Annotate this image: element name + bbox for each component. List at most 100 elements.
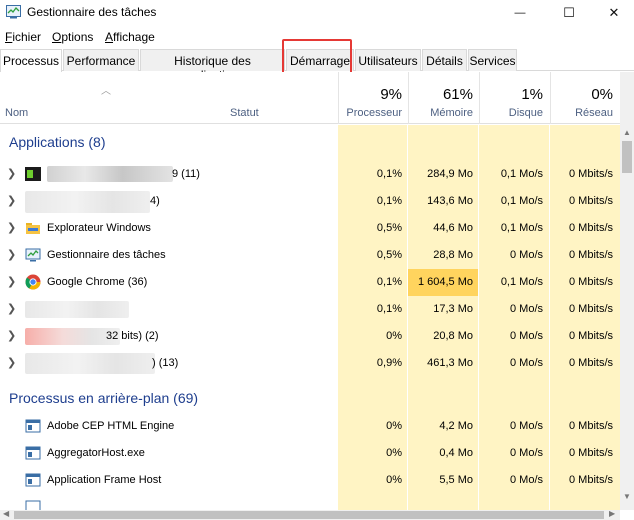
network-value: 0 Mbits/s bbox=[568, 168, 613, 180]
chrome-icon bbox=[25, 274, 41, 290]
window-app-icon bbox=[25, 500, 41, 510]
cpu-value: 0,5% bbox=[376, 222, 402, 234]
sort-up-icon[interactable]: ︿ bbox=[101, 82, 111, 97]
scroll-thumb[interactable] bbox=[622, 141, 632, 173]
chevron-right-icon[interactable]: ❯ bbox=[7, 194, 16, 207]
disk-value: 0 Mo/s bbox=[509, 474, 543, 486]
chevron-right-icon[interactable]: ❯ bbox=[7, 167, 16, 180]
table-row[interactable]: ❯ Explorateur Windows 0,5% 44,6 Mo 0,1 M… bbox=[0, 215, 620, 242]
task-manager-icon bbox=[25, 248, 41, 262]
section-title: Processus en arrière-plan (69) bbox=[9, 390, 199, 406]
menu-affichage[interactable]: Affichage bbox=[105, 30, 155, 44]
memory-value: 5,5 Mo bbox=[439, 474, 473, 486]
tab-performance[interactable]: Performance bbox=[63, 49, 139, 71]
process-name: AggregatorHost.exe bbox=[47, 447, 145, 459]
disk-value: 0,1 Mo/s bbox=[500, 195, 543, 207]
disk-value: 0,1 Mo/s bbox=[500, 168, 543, 180]
column-name[interactable]: Nom bbox=[5, 107, 28, 119]
tab-services[interactable]: Services bbox=[468, 49, 517, 71]
disk-value: 0 Mo/s bbox=[509, 330, 543, 342]
table-row[interactable]: ❯ 32 bits) (2) 0% 20,8 Mo 0 Mo/s 0 Mbits… bbox=[0, 323, 620, 350]
tab-details[interactable]: Détails bbox=[422, 49, 467, 71]
scroll-down-icon[interactable]: ▼ bbox=[623, 492, 631, 501]
chevron-right-icon[interactable]: ❯ bbox=[7, 248, 16, 261]
cpu-value: 0,1% bbox=[376, 195, 402, 207]
tab-historique[interactable]: Historique des applications bbox=[140, 49, 285, 82]
section-background[interactable]: Processus en arrière-plan (69) bbox=[0, 381, 620, 413]
cpu-value: 0,1% bbox=[376, 303, 402, 315]
horizontal-scrollbar[interactable]: ◀ ▶ bbox=[0, 509, 620, 520]
memory-value: 461,3 Mo bbox=[427, 357, 473, 369]
memory-value: 28,8 Mo bbox=[433, 249, 473, 261]
column-network[interactable]: Réseau bbox=[550, 107, 613, 119]
table-row[interactable]: Adobe CEP HTML Engine 0% 4,2 Mo 0 Mo/s 0… bbox=[0, 413, 620, 440]
table-row[interactable] bbox=[0, 494, 620, 510]
folder-icon bbox=[26, 223, 40, 234]
scroll-up-icon[interactable]: ▲ bbox=[623, 128, 631, 137]
memory-value: 284,9 Mo bbox=[427, 168, 473, 180]
app-icon-green bbox=[25, 167, 41, 181]
table-row[interactable]: ❯ 9 (11) 0,1% 284,9 Mo 0,1 Mo/s 0 Mbits/… bbox=[0, 161, 620, 188]
cpu-total: 9% bbox=[380, 86, 402, 103]
process-list: Applications (8) ❯ 9 (11) 0,1% 284,9 Mo … bbox=[0, 125, 620, 510]
network-value: 0 Mbits/s bbox=[568, 330, 613, 342]
tab-utilisateurs[interactable]: Utilisateurs bbox=[355, 49, 421, 71]
column-disk[interactable]: Disque bbox=[479, 107, 543, 119]
scroll-left-icon[interactable]: ◀ bbox=[3, 509, 9, 518]
scroll-thumb[interactable] bbox=[14, 511, 604, 519]
network-total: 0% bbox=[591, 86, 613, 103]
table-row[interactable]: ❯ 4) 0,1% 143,6 Mo 0,1 Mo/s 0 Mbits/s bbox=[0, 188, 620, 215]
table-row[interactable]: ❯ ) (13) 0,9% 461,3 Mo 0 Mo/s 0 Mbits/s bbox=[0, 350, 620, 377]
maximize-button[interactable]: ☐ bbox=[546, 0, 592, 26]
column-memory[interactable]: Mémoire bbox=[408, 107, 473, 119]
minimize-icon: — bbox=[514, 7, 526, 19]
table-row[interactable]: AggregatorHost.exe 0% 0,4 Mo 0 Mo/s 0 Mb… bbox=[0, 440, 620, 467]
process-name: 32 bits) (2) bbox=[106, 330, 159, 342]
scroll-right-icon[interactable]: ▶ bbox=[609, 509, 615, 518]
network-value: 0 Mbits/s bbox=[568, 474, 613, 486]
network-value: 0 Mbits/s bbox=[568, 447, 613, 459]
section-title: Applications (8) bbox=[9, 134, 106, 150]
disk-value: 0,1 Mo/s bbox=[500, 222, 543, 234]
process-name: ) (13) bbox=[152, 357, 179, 369]
tab-processus[interactable]: Processus bbox=[0, 49, 62, 72]
chevron-right-icon[interactable]: ❯ bbox=[7, 356, 16, 369]
menu-fichier[interactable]: Fichier bbox=[5, 30, 41, 44]
cpu-value: 0% bbox=[386, 330, 402, 342]
window-title: Gestionnaire des tâches bbox=[27, 5, 157, 19]
table-row[interactable]: Application Frame Host 0% 5,5 Mo 0 Mo/s … bbox=[0, 467, 620, 494]
redacted-text bbox=[25, 353, 155, 374]
chevron-right-icon[interactable]: ❯ bbox=[7, 275, 16, 288]
window-app-icon bbox=[25, 419, 41, 433]
close-button[interactable]: ✕ bbox=[591, 0, 634, 26]
task-manager-app-icon bbox=[6, 5, 21, 19]
disk-value: 0 Mo/s bbox=[509, 303, 543, 315]
network-value: 0 Mbits/s bbox=[568, 249, 613, 261]
chevron-right-icon[interactable]: ❯ bbox=[7, 329, 16, 342]
window-app-icon bbox=[25, 446, 41, 460]
table-row[interactable]: ❯ Google Chrome (36) 0,1% 1 604,5 Mo 0,1… bbox=[0, 269, 620, 296]
menu-options[interactable]: Options bbox=[52, 30, 93, 44]
network-value: 0 Mbits/s bbox=[568, 357, 613, 369]
section-applications[interactable]: Applications (8) bbox=[0, 125, 620, 157]
chevron-right-icon[interactable]: ❯ bbox=[7, 302, 16, 315]
memory-value: 143,6 Mo bbox=[427, 195, 473, 207]
close-icon: ✕ bbox=[608, 5, 620, 20]
memory-value: 0,4 Mo bbox=[439, 447, 473, 459]
vertical-scrollbar[interactable]: ▲ ▼ bbox=[620, 72, 634, 510]
table-row[interactable]: ❯ 0,1% 17,3 Mo 0 Mo/s 0 Mbits/s bbox=[0, 296, 620, 323]
memory-value: 1 604,5 Mo bbox=[417, 276, 473, 288]
table-row[interactable]: ❯ Gestionnaire des tâches 0,5% 28,8 Mo 0… bbox=[0, 242, 620, 269]
minimize-button[interactable]: — bbox=[497, 0, 543, 26]
column-status[interactable]: Statut bbox=[230, 107, 259, 119]
title-bar: Gestionnaire des tâches — ☐ ✕ bbox=[0, 0, 634, 26]
disk-value: 0 Mo/s bbox=[509, 447, 543, 459]
process-name: 4) bbox=[150, 195, 160, 207]
disk-value: 0 Mo/s bbox=[509, 420, 543, 432]
process-name: Gestionnaire des tâches bbox=[47, 249, 166, 261]
chevron-right-icon[interactable]: ❯ bbox=[7, 221, 16, 234]
process-name: Explorateur Windows bbox=[47, 222, 151, 234]
column-cpu[interactable]: Processeur bbox=[338, 107, 402, 119]
cpu-value: 0% bbox=[386, 447, 402, 459]
cpu-value: 0% bbox=[386, 420, 402, 432]
